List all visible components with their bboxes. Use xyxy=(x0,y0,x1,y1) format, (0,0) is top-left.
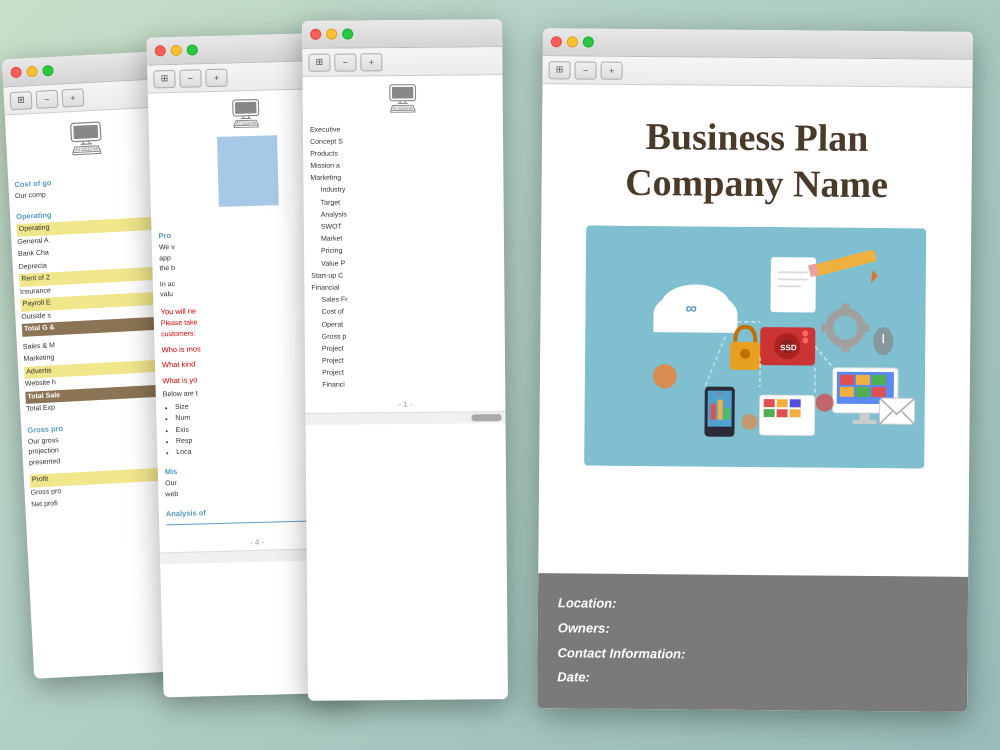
toolbar-4: ⊞ − + xyxy=(542,56,972,88)
maximize-dot-3[interactable] xyxy=(342,28,353,39)
view-toggle-4[interactable]: ⊞ xyxy=(549,61,571,79)
window-3: ⊞ − + 🖥 Executive Concept S Products Mis… xyxy=(302,19,508,701)
cover-page: Business Plan Company Name ∞ xyxy=(539,84,972,489)
maximize-dot-4[interactable] xyxy=(583,36,594,47)
scroll-thumb-3[interactable] xyxy=(471,414,501,421)
view-toggle-3[interactable]: ⊞ xyxy=(308,53,330,71)
image-placeholder xyxy=(217,135,279,207)
view-toggle-2[interactable]: ⊞ xyxy=(153,69,175,88)
close-dot-4[interactable] xyxy=(551,36,562,47)
close-dot-2[interactable] xyxy=(155,45,166,56)
minimize-dot-1[interactable] xyxy=(26,66,38,78)
bottom-scroll-3 xyxy=(305,411,505,425)
minimize-dot-3[interactable] xyxy=(326,29,337,40)
zoom-out-3[interactable]: − xyxy=(334,53,356,71)
view-toggle-1[interactable]: ⊞ xyxy=(10,91,33,110)
close-dot-1[interactable] xyxy=(10,67,22,79)
zoom-out-1[interactable]: − xyxy=(36,89,59,108)
maximize-dot-1[interactable] xyxy=(42,65,54,77)
monitor-icon-1: 🖥 xyxy=(5,107,167,163)
close-dot-3[interactable] xyxy=(310,29,321,40)
toc-item: Financi xyxy=(312,378,498,392)
svg-text:SSD: SSD xyxy=(780,343,797,352)
page-num-3: - 1 - xyxy=(305,396,505,413)
zoom-in-1[interactable]: + xyxy=(62,88,85,107)
zoom-in-4[interactable]: + xyxy=(601,61,623,79)
svg-text:∞: ∞ xyxy=(685,301,697,318)
zoom-out-4[interactable]: − xyxy=(575,61,597,79)
minimize-dot-2[interactable] xyxy=(171,45,182,56)
tech-svg: ∞ xyxy=(584,226,926,469)
cover-footer: Location: Owners: Contact Information: D… xyxy=(537,573,968,711)
footer-contact: Contact Information: xyxy=(557,641,947,669)
zoom-out-2[interactable]: − xyxy=(179,69,201,88)
monitor-icon-3: 🖥 xyxy=(303,75,503,118)
minimize-dot-4[interactable] xyxy=(567,36,578,47)
footer-owners: Owners: xyxy=(558,616,948,644)
zoom-in-3[interactable]: + xyxy=(360,53,382,71)
gross-body: Our gross projection presented xyxy=(28,430,177,469)
cover-title: Business Plan Company Name xyxy=(625,115,889,208)
doc-content-3: Executive Concept S Products Mission a M… xyxy=(303,116,505,398)
toolbar-3: ⊞ − + xyxy=(302,47,502,77)
title-bar-4 xyxy=(543,28,973,60)
window-4-business-plan: ⊞ − + Business Plan Company Name xyxy=(537,28,973,712)
title-bar-3 xyxy=(302,19,502,49)
cover-wrapper: Business Plan Company Name ∞ xyxy=(537,84,972,712)
cover-image: ∞ xyxy=(584,226,926,469)
maximize-dot-2[interactable] xyxy=(187,44,198,55)
footer-location: Location: xyxy=(558,592,948,620)
zoom-in-2[interactable]: + xyxy=(205,68,227,87)
footer-date: Date: xyxy=(557,666,947,694)
